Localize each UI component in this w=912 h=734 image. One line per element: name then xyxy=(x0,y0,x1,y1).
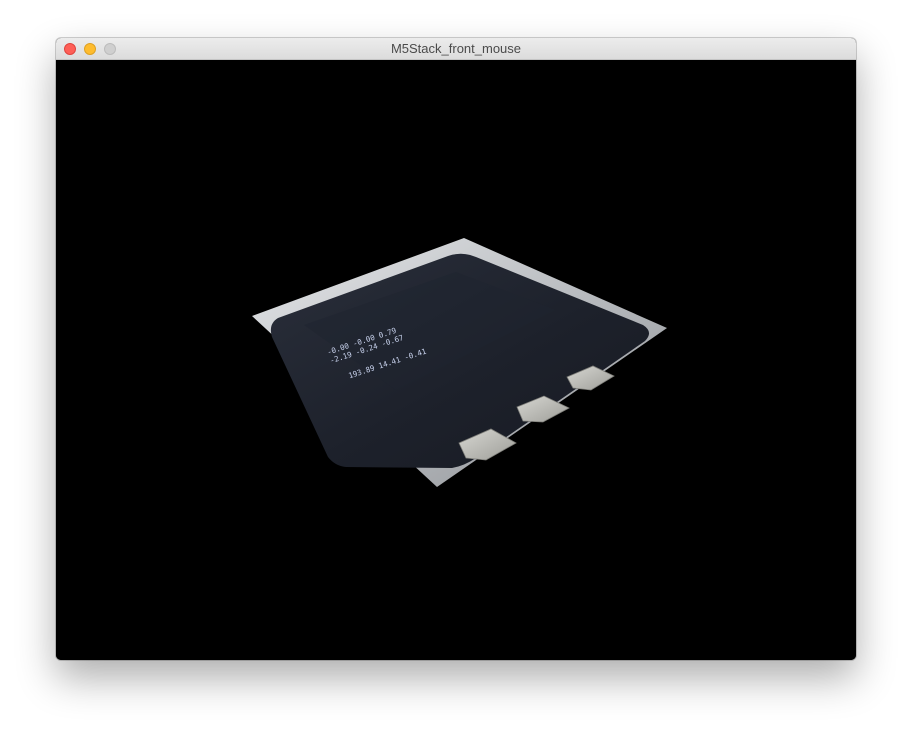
m5stack-3d-view: -0.00 -0.00 0.79 -2.19 -0.24 -0.67 193.8… xyxy=(252,238,667,487)
render-canvas[interactable]: -0.00 -0.00 0.79 -2.19 -0.24 -0.67 193.8… xyxy=(56,60,856,660)
app-window: M5Stack_front_mouse -0.00 -0.00 0.79 -2.… xyxy=(56,38,856,660)
title-bar[interactable]: M5Stack_front_mouse xyxy=(56,38,856,60)
window-title: M5Stack_front_mouse xyxy=(390,41,522,56)
